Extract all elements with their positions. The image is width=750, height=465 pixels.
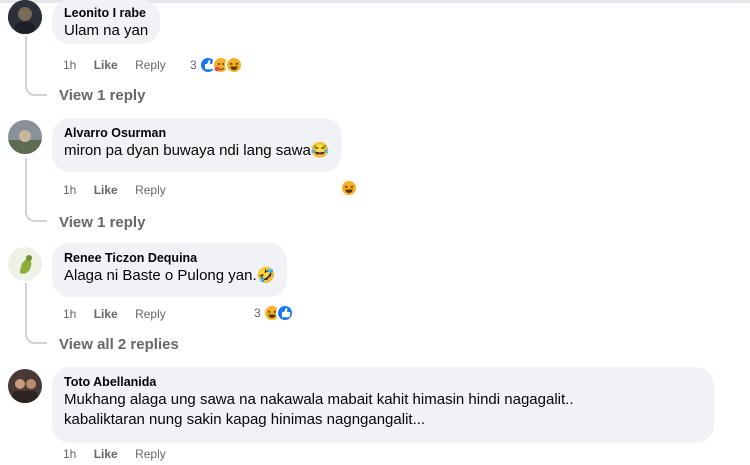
comment-bubble: Leonito I rabe Ulam na yan (52, 0, 161, 44)
thread-line (25, 36, 27, 86)
reply-button[interactable]: Reply (135, 307, 166, 321)
comment-time[interactable]: 1h (63, 307, 76, 321)
comment-actions: 1h Like Reply (63, 183, 180, 197)
thread-connector (25, 330, 47, 344)
comment-author[interactable]: Alvarro Osurman (64, 125, 330, 141)
comment-author[interactable]: Leonito I rabe (64, 5, 148, 21)
comment-time[interactable]: 1h (63, 447, 76, 461)
like-button[interactable]: Like (94, 58, 118, 72)
comment-text: Ulam na yan (64, 22, 149, 39)
thread-connector (25, 82, 47, 96)
avatar-photo-icon (8, 120, 42, 154)
comment-author[interactable]: Toto Abellanida (64, 374, 702, 390)
like-button[interactable]: Like (94, 307, 118, 321)
reply-button[interactable]: Reply (135, 447, 166, 461)
comment-actions: 1h Like Reply (63, 307, 180, 321)
comment-actions: 1h Like Reply (63, 58, 180, 72)
thread-line (25, 283, 27, 333)
comment-time[interactable]: 1h (63, 58, 76, 72)
haha-icon (340, 179, 358, 197)
comment-author[interactable]: Renee Ticzon Dequina (64, 250, 275, 266)
comment-bubble: Renee Ticzon Dequina Alaga ni Baste o Pu… (52, 243, 288, 297)
comment-text-line-2: kabaliktaran nung sakin kapag hinimas na… (64, 411, 426, 428)
comment-bubble: Alvarro Osurman miron pa dyan buwaya ndi… (52, 118, 342, 172)
like-icon (275, 304, 294, 322)
avatar-photo-icon (8, 369, 42, 403)
avatar-photo-icon (8, 0, 42, 34)
avatar[interactable] (8, 247, 42, 281)
thread-line (25, 158, 27, 212)
comment-bubble: Toto Abellanida Mukhang alaga ung sawa n… (52, 367, 714, 443)
reply-button[interactable]: Reply (135, 58, 166, 72)
avatar[interactable] (8, 120, 42, 154)
comment-actions: 1h Like Reply (63, 447, 180, 461)
comment-time[interactable]: 1h (63, 183, 76, 197)
view-replies-link[interactable]: View 1 reply (59, 87, 145, 104)
comment-text: miron pa dyan buwaya ndi lang sawa😂 (64, 142, 330, 159)
haha-icon (224, 56, 243, 74)
avatar[interactable] (8, 0, 42, 34)
reaction-summary[interactable]: 3 (190, 56, 243, 74)
avatar[interactable] (8, 369, 42, 403)
reply-button[interactable]: Reply (135, 183, 166, 197)
comment-text-line-1: Mukhang alaga ung sawa na nakawala mabai… (64, 391, 574, 408)
avatar-photo-icon (8, 247, 42, 281)
reaction-count: 3 (254, 306, 261, 320)
view-replies-link[interactable]: View 1 reply (59, 214, 145, 231)
like-button[interactable]: Like (94, 183, 118, 197)
reaction-summary[interactable]: 3 (254, 304, 294, 322)
like-button[interactable]: Like (94, 447, 118, 461)
view-replies-link[interactable]: View all 2 replies (59, 336, 179, 353)
thread-connector (25, 208, 47, 222)
reaction-count: 3 (190, 58, 197, 72)
reaction-summary[interactable] (340, 179, 358, 197)
comment-text: Alaga ni Baste o Pulong yan.🤣 (64, 267, 276, 284)
